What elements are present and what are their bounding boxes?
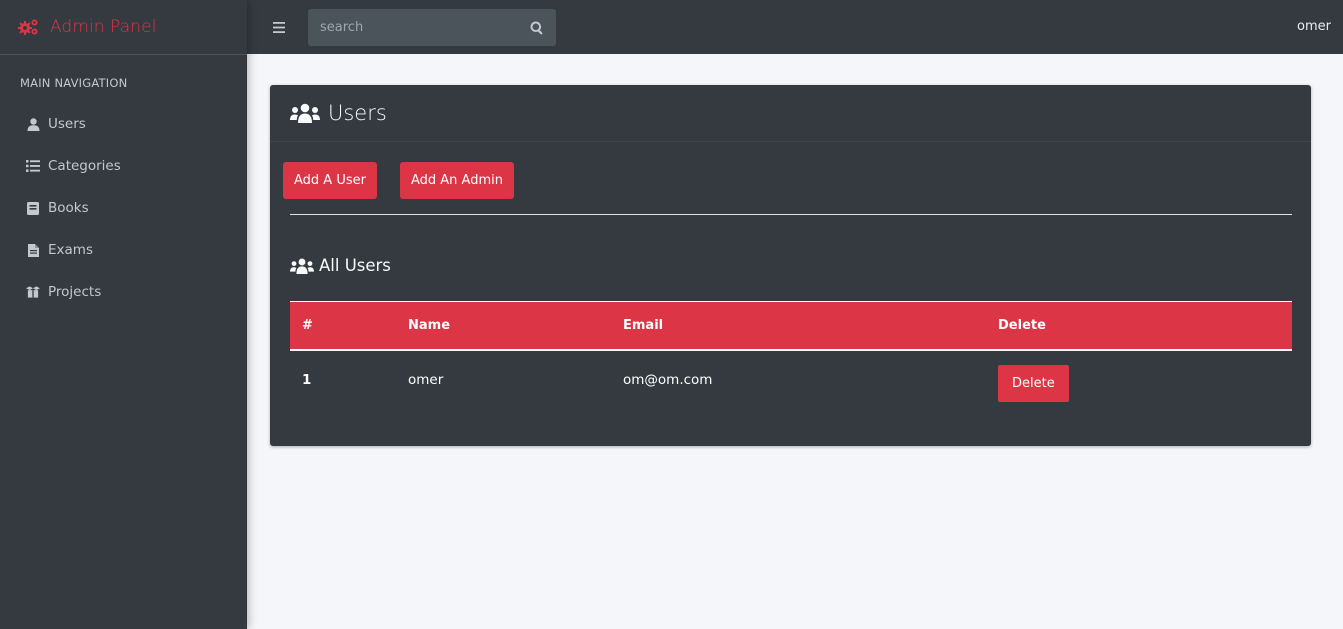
sidebar-item-exams[interactable]: Exams xyxy=(0,229,247,271)
sidebar: Admin Panel MAIN NAVIGATION Users Catego… xyxy=(0,0,247,629)
hamburger-menu-icon[interactable] xyxy=(273,19,289,35)
column-header-delete: Delete xyxy=(998,317,1046,333)
search-icon[interactable] xyxy=(530,20,546,36)
page-title: Users xyxy=(328,101,387,125)
users-icon xyxy=(290,103,320,123)
sidebar-item-users[interactable]: Users xyxy=(0,103,247,145)
user-menu[interactable]: omer xyxy=(1297,19,1331,34)
cell-email: om@om.com xyxy=(623,372,713,388)
brand[interactable]: Admin Panel xyxy=(0,0,247,55)
card-header: Users xyxy=(270,85,1311,142)
sidebar-item-categories[interactable]: Categories xyxy=(0,145,247,187)
section-title: All Users xyxy=(290,256,391,275)
column-header-index: # xyxy=(302,317,313,333)
table-header-row: # Name Email Delete xyxy=(290,301,1292,350)
column-header-name: Name xyxy=(408,317,451,333)
users-table: # Name Email Delete 1 omer om@om.com Del… xyxy=(290,301,1292,410)
sidebar-item-label: Projects xyxy=(48,284,102,300)
box-icon xyxy=(26,285,40,299)
table-row: 1 omer om@om.com Delete xyxy=(290,350,1292,410)
sidebar-item-label: Books xyxy=(48,200,89,216)
topbar: omer xyxy=(247,0,1343,54)
nav-header: MAIN NAVIGATION xyxy=(20,76,128,90)
users-icon xyxy=(290,258,314,274)
sidebar-item-label: Categories xyxy=(48,158,121,174)
cell-index: 1 xyxy=(302,372,312,388)
sidebar-item-books[interactable]: Books xyxy=(0,187,247,229)
search-box xyxy=(308,8,556,46)
brand-text: Admin Panel xyxy=(50,17,157,37)
cell-delete: Delete xyxy=(998,350,1292,410)
book-icon xyxy=(26,201,40,215)
user-icon xyxy=(26,117,40,131)
cell-name: omer xyxy=(408,372,444,388)
search-input[interactable] xyxy=(308,8,508,46)
sidebar-item-label: Users xyxy=(48,116,86,132)
cogs-icon xyxy=(18,18,40,36)
sidebar-item-label: Exams xyxy=(48,242,93,258)
sidebar-item-projects[interactable]: Projects xyxy=(0,271,247,313)
divider xyxy=(290,214,1292,215)
column-header-email: Email xyxy=(623,317,664,333)
list-icon xyxy=(26,159,40,173)
action-buttons: Add A User Add An Admin xyxy=(283,162,514,199)
users-card: Users Add A User Add An Admin All Users … xyxy=(270,85,1311,446)
file-icon xyxy=(26,243,40,257)
add-user-button[interactable]: Add A User xyxy=(283,162,377,199)
delete-button[interactable]: Delete xyxy=(998,364,1069,402)
add-admin-button[interactable]: Add An Admin xyxy=(399,162,514,199)
section-title-text: All Users xyxy=(319,256,391,275)
